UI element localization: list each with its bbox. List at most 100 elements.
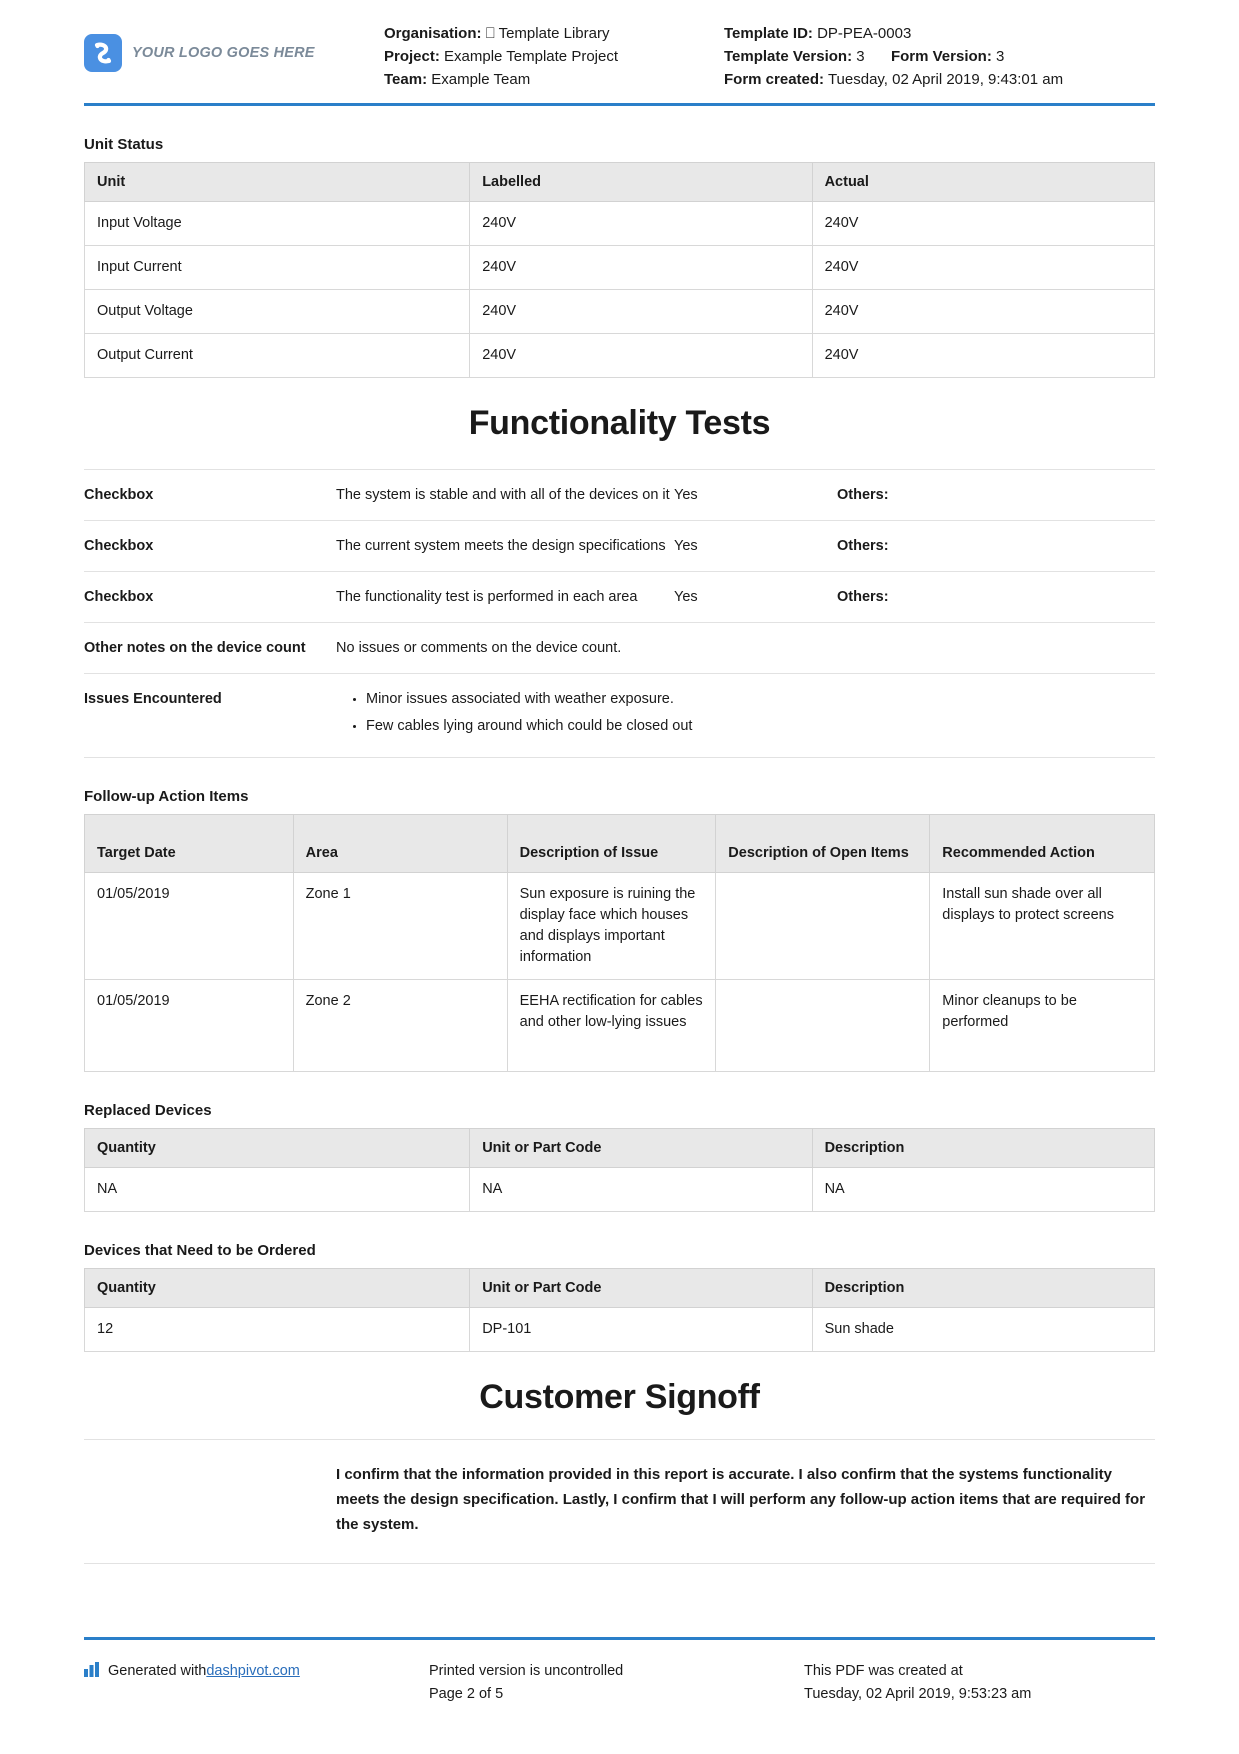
cell-unit: Input Current bbox=[83, 245, 471, 290]
cell-unit: Output Current bbox=[83, 333, 471, 378]
checkbox-question: The system is stable and with all of the… bbox=[336, 487, 670, 503]
template-id-value: DP-PEA-0003 bbox=[817, 25, 912, 42]
checkbox-question: The functionality test is performed in e… bbox=[336, 589, 638, 605]
form-created-value: Tuesday, 02 April 2019, 9:43:01 am bbox=[827, 71, 1064, 88]
checkbox-label: Checkbox bbox=[84, 538, 154, 554]
cell-description-of-issue: Sun exposure is ruining the display face… bbox=[506, 872, 717, 980]
organisation-line: Organisation: ⎕ Template Library bbox=[384, 22, 724, 45]
column-header-description: Description bbox=[811, 1128, 1156, 1168]
table-header-row: Quantity Unit or Part Code Description bbox=[83, 1268, 1156, 1308]
signoff-spacer bbox=[84, 1462, 336, 1537]
footer-columns: Generated with dashpivot.com Printed ver… bbox=[84, 1660, 1155, 1706]
form-created-line: Form created: Tuesday, 02 April 2019, 9:… bbox=[724, 68, 1155, 91]
table-row: Output Current 240V 240V bbox=[83, 333, 1156, 378]
cell-description-of-open-items bbox=[715, 979, 931, 1072]
uncontrolled-note: Printed version is uncontrolled bbox=[429, 1663, 624, 1679]
cell-description: Sun shade bbox=[811, 1307, 1156, 1352]
organisation-value: ⎕ Template Library bbox=[485, 25, 610, 42]
cell-quantity: NA bbox=[83, 1167, 471, 1212]
cell-labelled: 240V bbox=[469, 333, 813, 378]
cell-target-date: 01/05/2019 bbox=[84, 979, 294, 1072]
checkbox-answer: Yes bbox=[674, 538, 698, 554]
project-line: Project: Example Template Project bbox=[384, 45, 724, 68]
cell-actual: 240V bbox=[811, 289, 1156, 334]
footer-divider bbox=[84, 1637, 1155, 1640]
unit-status-title: Unit Status bbox=[84, 136, 164, 153]
template-id-label: Template ID: bbox=[724, 25, 813, 42]
organisation-label: Organisation: bbox=[384, 25, 482, 42]
cell-unit: Output Voltage bbox=[83, 289, 471, 334]
customer-signoff-block: I confirm that the information provided … bbox=[84, 1439, 1155, 1564]
checkbox-question: The current system meets the design spec… bbox=[336, 538, 666, 554]
logo-block: YOUR LOGO GOES HERE bbox=[84, 22, 384, 72]
column-header-actual: Actual bbox=[811, 162, 1156, 202]
ordered-devices-table: Quantity Unit or Part Code Description 1… bbox=[83, 1268, 1156, 1352]
column-header-labelled: Labelled bbox=[469, 162, 813, 202]
header-divider bbox=[84, 103, 1155, 106]
footer-print-info: Printed version is uncontrolled Page 2 o… bbox=[429, 1660, 804, 1706]
cell-recommended-action: Install sun shade over all displays to p… bbox=[929, 872, 1155, 980]
footer-created-info: This PDF was created at Tuesday, 02 Apri… bbox=[804, 1660, 1155, 1706]
checkbox-others-label: Others: bbox=[837, 487, 889, 503]
header-meta-left: Organisation: ⎕ Template Library Project… bbox=[384, 22, 724, 91]
cell-area: Zone 2 bbox=[292, 979, 508, 1072]
template-version-value: 3 bbox=[856, 48, 865, 65]
cell-labelled: 240V bbox=[469, 245, 813, 290]
table-row: Input Voltage 240V 240V bbox=[83, 201, 1156, 246]
follow-up-title: Follow-up Action Items bbox=[84, 788, 249, 805]
issues-encountered-row: Issues Encountered Minor issues associat… bbox=[84, 673, 1155, 758]
team-line: Team: Example Team bbox=[384, 68, 724, 91]
form-version-label: Form Version: bbox=[890, 48, 992, 65]
cell-area: Zone 1 bbox=[292, 872, 508, 980]
list-item: Minor issues associated with weather exp… bbox=[366, 689, 1155, 710]
created-at-label: This PDF was created at bbox=[804, 1663, 963, 1679]
issues-encountered-list: Minor issues associated with weather exp… bbox=[336, 689, 1155, 743]
column-header-description-of-open-items: Description of Open Items bbox=[715, 814, 931, 873]
dashpivot-link[interactable]: dashpivot.com bbox=[206, 1660, 300, 1683]
footer-generated-with: Generated with dashpivot.com bbox=[84, 1660, 429, 1706]
document-page: YOUR LOGO GOES HERE Organisation: ⎕ Temp… bbox=[0, 0, 1239, 1754]
cell-unit: Input Voltage bbox=[83, 201, 471, 246]
replaced-devices-table: Quantity Unit or Part Code Description N… bbox=[83, 1128, 1156, 1212]
project-value: Example Template Project bbox=[444, 48, 619, 65]
column-header-unit-or-part-code: Unit or Part Code bbox=[469, 1268, 813, 1308]
document-body: Unit Status Unit Labelled Actual Input V… bbox=[0, 136, 1239, 1564]
checkbox-label: Checkbox bbox=[84, 487, 154, 503]
cell-actual: 240V bbox=[811, 333, 1156, 378]
customer-signoff-heading: Customer Signoff bbox=[479, 1378, 760, 1416]
list-item: Few cables lying around which could be c… bbox=[366, 716, 1155, 737]
form-created-label: Form created: bbox=[724, 71, 825, 88]
company-logo-icon bbox=[84, 34, 122, 72]
table-row: 01/05/2019 Zone 1 Sun exposure is ruinin… bbox=[84, 872, 1155, 980]
cell-actual: 240V bbox=[811, 201, 1156, 246]
table-row: Input Current 240V 240V bbox=[83, 245, 1156, 290]
checkbox-others-label: Others: bbox=[837, 589, 889, 605]
checkbox-others-label: Others: bbox=[837, 538, 889, 554]
table-header-row: Unit Labelled Actual bbox=[83, 162, 1156, 202]
unit-status-table: Unit Labelled Actual Input Voltage 240V … bbox=[83, 162, 1156, 378]
column-header-quantity: Quantity bbox=[83, 1268, 471, 1308]
cell-quantity: 12 bbox=[83, 1307, 471, 1352]
checkbox-row: Checkbox The current system meets the de… bbox=[84, 520, 1155, 571]
table-row: NA NA NA bbox=[83, 1167, 1156, 1212]
checkbox-row: Checkbox The system is stable and with a… bbox=[84, 469, 1155, 520]
checkbox-row: Checkbox The functionality test is perfo… bbox=[84, 571, 1155, 622]
header-metadata: Organisation: ⎕ Template Library Project… bbox=[384, 22, 1155, 91]
cell-description-of-open-items bbox=[715, 872, 931, 980]
other-notes-row: Other notes on the device count No issue… bbox=[84, 622, 1155, 673]
bar-chart-icon bbox=[84, 1660, 100, 1685]
column-header-description: Description bbox=[811, 1268, 1156, 1308]
cell-recommended-action: Minor cleanups to be performed bbox=[929, 979, 1155, 1072]
replaced-devices-title: Replaced Devices bbox=[84, 1102, 212, 1119]
checkbox-answer: Yes bbox=[674, 487, 698, 503]
follow-up-action-items-table: Target Date Area Description of Issue De… bbox=[84, 814, 1155, 1072]
cell-target-date: 01/05/2019 bbox=[84, 872, 294, 980]
page-number: Page 2 of 5 bbox=[429, 1686, 504, 1702]
cell-description: NA bbox=[811, 1167, 1156, 1212]
team-label: Team: bbox=[384, 71, 428, 88]
column-header-area: Area bbox=[292, 814, 508, 873]
column-header-description-of-issue: Description of Issue bbox=[506, 814, 717, 873]
cell-labelled: 240V bbox=[469, 201, 813, 246]
issues-encountered-label: Issues Encountered bbox=[84, 691, 222, 707]
version-line: Template Version: 3 Form Version: 3 bbox=[724, 45, 1155, 68]
